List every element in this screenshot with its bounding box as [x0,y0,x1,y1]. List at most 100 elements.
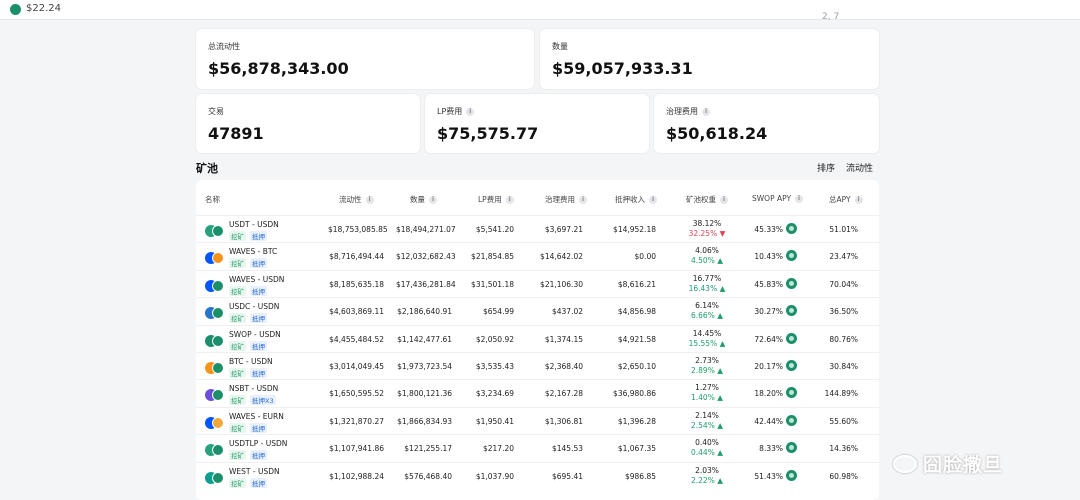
swop-apy-icon[interactable] [786,387,797,398]
pool-weight: 0.40% [695,438,719,447]
col-gov-fees[interactable]: 治理费用 i [545,194,587,205]
cell-gov-fees: $2,368.40 [544,362,583,371]
cell-lp-fees: $21,854.85 [471,252,514,261]
swop-apy-icon[interactable] [786,442,797,453]
token-b-icon [212,225,224,237]
info-icon[interactable]: i [795,195,804,203]
pool-weight: 2.03% [695,466,719,475]
cell-gov-fees: $1,374.15 [544,335,583,344]
cell-gov-fees: $21,106.30 [540,280,583,289]
lp-fees-card: LP费用 i $75,575.77 [425,94,649,153]
swop-apy-icon[interactable] [786,360,797,371]
pool-name[interactable]: WAVES - BTC [229,247,277,256]
lp-fees-label: LP费用 i [437,106,475,117]
swop-apy-icon[interactable] [786,278,797,289]
col-total-apy[interactable]: 总APY i [829,194,863,205]
col-liquidity[interactable]: 流动性 i [339,194,374,205]
cell-swop-apy: 10.43% [754,252,783,261]
gov-fees-label: 治理费用 i [666,106,710,117]
pool-name[interactable]: WAVES - USDN [229,275,284,284]
swop-token-icon [10,4,21,15]
info-icon[interactable]: i [505,196,514,204]
swop-apy-icon[interactable] [786,470,797,481]
info-icon[interactable]: i [579,196,587,204]
cell-total-apy: 80.76% [829,335,858,344]
col-swop-apy[interactable]: SWOP APY i [752,194,804,203]
swop-apy-icon[interactable] [786,305,797,316]
pool-weight-change: 1.40% ▲ [691,393,723,402]
info-icon[interactable]: i [702,108,710,116]
cell-volume: $1,142,477.61 [397,335,452,344]
cell-lp-fees: $2,050.92 [475,335,514,344]
tag-staking: 抵押 [250,341,267,351]
cell-volume: $1,800,121.36 [397,389,452,398]
cell-stake-income: $4,856.98 [617,307,656,316]
cell-gov-fees: $695.41 [551,472,583,481]
token-price: $22.24 [26,3,61,14]
tag-mining: 挖矿 [229,395,246,405]
swop-apy-icon[interactable] [786,223,797,234]
info-icon[interactable]: i [854,196,863,204]
tag-mining: 挖矿 [229,423,246,433]
info-icon[interactable]: i [649,196,657,204]
cell-gov-fees: $437.02 [551,307,583,316]
arrow-up-icon: ▲ [714,256,723,265]
gov-fees-card: 治理费用 i $50,618.24 [654,94,879,153]
pool-name[interactable]: WAVES - EURN [229,412,284,421]
trades-card: 交易 47891 [196,94,420,153]
col-lp-fees[interactable]: LP费用 i [478,194,514,205]
pool-weight: 16.77% [692,274,722,283]
tag-staking: 抵押 [250,368,267,378]
cell-swop-apy: 45.83% [754,280,783,289]
tag-staking: 抵押 [250,258,267,268]
col-stake-income[interactable]: 抵押收入 i [615,194,657,205]
pool-name[interactable]: WEST - USDN [229,467,280,476]
col-pool-weight[interactable]: 矿池权重 i [686,194,728,205]
swop-apy-icon[interactable] [786,333,797,344]
pools-title: 矿池 [196,162,218,175]
cell-swop-apy: 42.44% [754,417,783,426]
token-b-icon [212,417,224,429]
cell-total-apy: 70.04% [829,280,858,289]
tag-mining: 挖矿 [229,313,246,323]
arrow-up-icon: ▲ [717,339,726,348]
tag-staking: 抵押 [250,286,267,296]
tag-mining: 挖矿 [229,368,246,378]
swop-apy-icon[interactable] [786,415,797,426]
arrow-up-icon: ▲ [714,448,723,457]
col-volume[interactable]: 数量 i [410,194,437,205]
sort-dropdown[interactable]: 流动性 [846,161,873,174]
info-icon[interactable]: i [365,196,374,204]
pair-icon [205,388,225,402]
cell-swop-apy: 30.27% [754,307,783,316]
arrow-up-icon: ▲ [714,366,723,375]
info-icon[interactable]: i [466,108,475,116]
swop-apy-icon[interactable] [786,250,797,261]
pair-icon [205,306,225,320]
pool-weight-change: 16.43% ▲ [688,284,726,293]
pair-icon [205,279,225,293]
cell-stake-income: $4,921.58 [617,335,656,344]
pool-name[interactable]: BTC - USDN [229,357,273,366]
volume-value: $59,057,933.31 [552,59,693,78]
pool-name[interactable]: USDTLP - USDN [229,439,287,448]
top-right-text: 2, 7 [822,12,840,22]
pool-name[interactable]: NSBT - USDN [229,384,278,393]
cell-swop-apy: 72.64% [754,335,783,344]
token-b-icon [212,280,224,292]
info-icon[interactable]: i [429,196,437,204]
info-icon[interactable]: i [720,196,728,204]
gov-fees-value: $50,618.24 [666,124,768,143]
pool-weight: 4.06% [695,246,719,255]
cell-lp-fees: $31,501.18 [471,280,514,289]
pool-name[interactable]: USDC - USDN [229,302,279,311]
cell-liquidity: $4,455,484.52 [329,335,384,344]
pool-name[interactable]: USDT - USDN [229,220,279,229]
tag-staking: 抵押X3 [250,395,276,405]
pool-name[interactable]: SWOP - USDN [229,330,281,339]
volume-label: 数量 [552,42,568,51]
cell-lp-fees: $3,234.69 [475,389,514,398]
col-name: 名称 [205,195,220,204]
cell-lp-fees: $3,535.43 [475,362,514,371]
token-b-icon [212,335,224,347]
